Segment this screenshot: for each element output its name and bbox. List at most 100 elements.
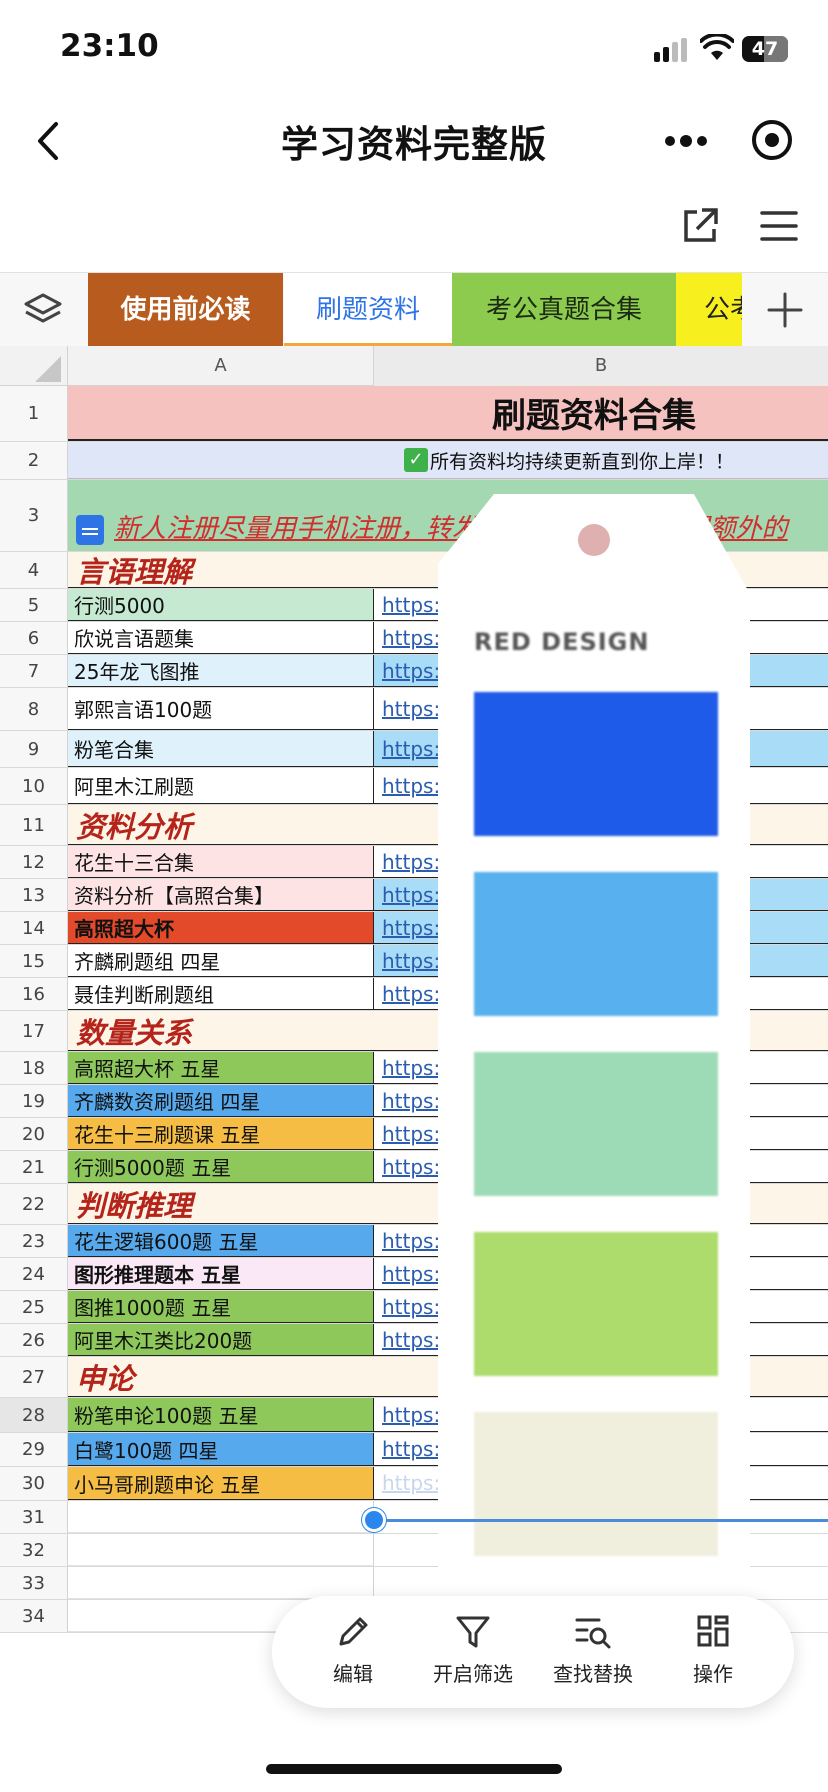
cell-a[interactable]: 欣说言语题集 <box>68 622 374 654</box>
row-number[interactable]: 6 <box>0 622 68 654</box>
cell-a[interactable]: 聂佳判断刷题组 <box>68 978 374 1010</box>
cell-a[interactable]: 资料分析【高照合集】 <box>68 879 374 911</box>
grid-icon <box>697 1615 729 1647</box>
column-header: A B <box>0 346 828 386</box>
tab-practice-materials[interactable]: 刷题资料 <box>284 273 452 346</box>
row-number[interactable]: 25 <box>0 1291 68 1323</box>
home-indicator <box>266 1764 562 1774</box>
pencil-icon <box>339 1617 368 1646</box>
swatch <box>474 1232 718 1376</box>
selection-handle[interactable] <box>362 1508 386 1532</box>
row-number[interactable]: 10 <box>0 768 68 804</box>
row-number[interactable]: 33 <box>0 1567 68 1599</box>
swatch <box>474 1052 718 1196</box>
share-icon[interactable] <box>680 206 720 246</box>
notice-text: 所有资料均持续更新直到你上岸！！ <box>430 450 735 473</box>
cell-a[interactable]: 图形推理题本 五星 <box>68 1258 374 1290</box>
row-number[interactable]: 32 <box>0 1534 68 1566</box>
cell-a[interactable]: 阿里木江类比200题 <box>68 1324 374 1356</box>
column-b-header[interactable]: B <box>374 346 828 386</box>
row-number[interactable]: 8 <box>0 688 68 730</box>
cell-a[interactable] <box>68 1534 374 1566</box>
row-number[interactable]: 13 <box>0 879 68 911</box>
row-number[interactable]: 9 <box>0 731 68 767</box>
add-sheet-icon[interactable] <box>766 291 804 329</box>
cell-a[interactable] <box>68 1501 374 1533</box>
row-number[interactable]: 17 <box>0 1011 68 1051</box>
cell-a[interactable]: 行测5000 <box>68 589 374 621</box>
cell-a[interactable]: 图推1000题 五星 <box>68 1291 374 1323</box>
row-number[interactable]: 22 <box>0 1184 68 1224</box>
row-number[interactable]: 21 <box>0 1151 68 1183</box>
cell-a[interactable]: 小马哥刷题申论 五星 <box>68 1467 374 1500</box>
cell-a[interactable]: 花生十三合集 <box>68 846 374 878</box>
select-all-corner[interactable] <box>0 346 68 386</box>
swatch <box>474 692 718 836</box>
find-replace-button[interactable]: 查找替换 <box>538 1612 648 1687</box>
battery-level: 47 <box>751 38 779 60</box>
row-number[interactable]: 23 <box>0 1225 68 1257</box>
row-number[interactable]: 20 <box>0 1118 68 1150</box>
filter-button[interactable]: 开启筛选 <box>418 1612 528 1687</box>
row-number[interactable]: 1 <box>0 386 68 441</box>
layers-icon[interactable] <box>0 273 86 346</box>
cell-a[interactable]: 25年龙飞图推 <box>68 655 374 687</box>
status-bar: 23:10 47 <box>0 0 828 96</box>
filter-label: 开启筛选 <box>433 1662 513 1686</box>
row-number[interactable]: 34 <box>0 1600 68 1632</box>
cell-a[interactable]: 高照超大杯 <box>68 912 374 944</box>
row-number[interactable]: 7 <box>0 655 68 687</box>
edit-button[interactable]: 编辑 <box>298 1612 408 1687</box>
cell-a[interactable]: 齐麟数资刷题组 四星 <box>68 1085 374 1117</box>
cell-a[interactable]: 郭熙言语100题 <box>68 688 374 730</box>
cell-a[interactable]: 阿里木江刷题 <box>68 768 374 804</box>
cell-a[interactable] <box>68 1567 374 1599</box>
table-row: 2 ✓ 所有资料均持续更新直到你上岸！！ <box>0 442 828 480</box>
row-number[interactable]: 5 <box>0 589 68 621</box>
cell-a[interactable]: 齐麟刷题组 四星 <box>68 945 374 977</box>
cell-a[interactable]: 粉笔申论100题 五星 <box>68 1398 374 1432</box>
cell-a[interactable]: 粉笔合集 <box>68 731 374 767</box>
edit-label: 编辑 <box>333 1662 373 1686</box>
battery-icon: 47 <box>742 36 788 62</box>
notice-cell[interactable]: ✓ 所有资料均持续更新直到你上岸！！ <box>68 442 828 479</box>
cell-a[interactable]: 花生十三刷题课 五星 <box>68 1118 374 1150</box>
row-number[interactable]: 24 <box>0 1258 68 1290</box>
cell-a[interactable]: 花生逻辑600题 五星 <box>68 1225 374 1257</box>
cell-a[interactable]: 高照超大杯 五星 <box>68 1052 374 1084</box>
close-miniprogram-icon[interactable] <box>748 116 796 164</box>
document-icon <box>76 515 104 545</box>
row-number[interactable]: 14 <box>0 912 68 944</box>
row-number[interactable]: 15 <box>0 945 68 977</box>
cell-a[interactable]: 行测5000题 五星 <box>68 1151 374 1183</box>
tag-hole <box>578 524 610 556</box>
row-number[interactable]: 19 <box>0 1085 68 1117</box>
row-number[interactable]: 29 <box>0 1433 68 1466</box>
more-icon[interactable] <box>658 118 714 164</box>
overlay-tag-card: RED DESIGN <box>438 494 750 1588</box>
row-number[interactable]: 12 <box>0 846 68 878</box>
row-number[interactable]: 16 <box>0 978 68 1010</box>
action-bar: 编辑 开启筛选 查找替换 操作 <box>272 1596 794 1708</box>
table-row: 1 刷题资料合集 <box>0 386 828 442</box>
sheet-title-cell[interactable]: 刷题资料合集 <box>68 386 828 441</box>
column-a-header[interactable]: A <box>68 346 374 386</box>
row-number[interactable]: 30 <box>0 1467 68 1500</box>
cell-a[interactable]: 白鹭100题 四星 <box>68 1433 374 1466</box>
tab-must-read[interactable]: 使用前必读 <box>88 273 283 346</box>
nav-bar: 学习资料完整版 <box>0 96 828 186</box>
row-number[interactable]: 28 <box>0 1398 68 1432</box>
row-number[interactable]: 31 <box>0 1501 68 1533</box>
row-number[interactable]: 3 <box>0 480 68 551</box>
tab-exam-collection[interactable]: 考公真题合集 <box>452 273 676 346</box>
operations-button[interactable]: 操作 <box>658 1612 768 1687</box>
row-number[interactable]: 27 <box>0 1357 68 1397</box>
menu-icon[interactable] <box>760 208 798 244</box>
row-number[interactable]: 2 <box>0 442 68 479</box>
row-number[interactable]: 18 <box>0 1052 68 1084</box>
row-number[interactable]: 11 <box>0 805 68 845</box>
row-number[interactable]: 4 <box>0 552 68 588</box>
find-replace-label: 查找替换 <box>553 1662 633 1686</box>
row-number[interactable]: 26 <box>0 1324 68 1356</box>
tab-gongkao[interactable]: 公考 <box>676 273 742 346</box>
